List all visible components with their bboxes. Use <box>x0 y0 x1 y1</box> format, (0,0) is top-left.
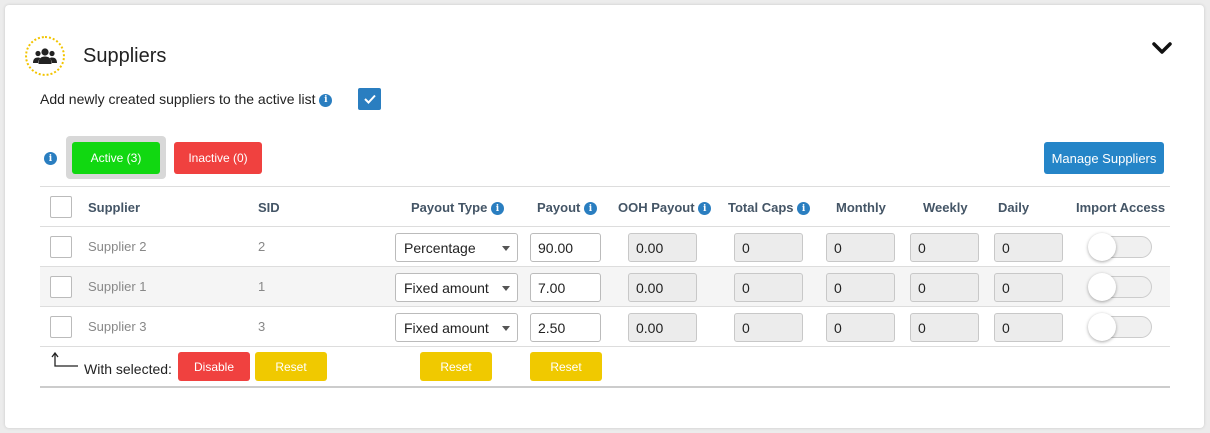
daily-input: 0 <box>994 233 1063 262</box>
payout-type-select[interactable]: Fixed amount <box>395 313 518 342</box>
payout-input[interactable]: 90.00 <box>530 233 601 262</box>
payout-input[interactable]: 2.50 <box>530 313 601 342</box>
supplier-sid: 1 <box>258 279 266 294</box>
toggle-knob <box>1088 313 1116 341</box>
monthly-input: 0 <box>826 273 895 302</box>
caret-down-icon <box>502 246 510 251</box>
col-ooh-payout: OOH Payout i <box>618 200 712 216</box>
tab-inactive[interactable]: Inactive (0) <box>174 142 262 174</box>
table-row: Supplier 1 1 Fixed amount 7.00 0.00 0 0 … <box>40 267 1170 307</box>
caret-down-icon <box>502 326 510 331</box>
tabs-info-icon[interactable]: i <box>44 152 57 165</box>
total-caps-input: 0 <box>734 273 803 302</box>
payout-type-select[interactable]: Fixed amount <box>395 273 518 302</box>
users-icon <box>25 36 65 76</box>
col-ooh-payout-label: OOH Payout <box>618 200 695 215</box>
check-icon <box>363 94 376 104</box>
payout-type-value: Fixed amount <box>404 280 489 296</box>
col-monthly: Monthly <box>836 200 886 215</box>
import-access-toggle[interactable] <box>1088 233 1152 261</box>
ooh-payout-input: 0.00 <box>628 233 697 262</box>
col-daily: Daily <box>998 200 1030 215</box>
total-caps-input: 0 <box>734 313 803 342</box>
weekly-input: 0 <box>910 273 979 302</box>
supplier-name: Supplier 2 <box>88 239 147 254</box>
daily-input: 0 <box>994 313 1063 342</box>
table-row: Supplier 3 3 Fixed amount 2.50 0.00 0 0 … <box>40 307 1170 347</box>
col-total-caps: Total Caps i <box>728 200 811 216</box>
info-icon[interactable]: i <box>583 202 597 216</box>
table-header: Supplier SID Payout Type i Payout i OOH … <box>40 186 1170 227</box>
monthly-input: 0 <box>826 313 895 342</box>
disable-button[interactable]: Disable <box>178 352 250 381</box>
supplier-name: Supplier 3 <box>88 319 147 334</box>
table-footer-divider <box>40 386 1170 388</box>
row-checkbox[interactable] <box>50 236 72 258</box>
row-checkbox[interactable] <box>50 316 72 338</box>
with-selected-label: With selected: <box>84 361 172 377</box>
payout-type-value: Percentage <box>404 240 476 256</box>
col-sid[interactable]: SID <box>258 200 280 215</box>
ooh-payout-input: 0.00 <box>628 313 697 342</box>
col-payout-type: Payout Type i <box>411 200 504 216</box>
col-total-caps-label: Total Caps <box>728 200 794 215</box>
select-all-checkbox[interactable] <box>50 196 72 218</box>
reset-button[interactable]: Reset <box>255 352 327 381</box>
tab-active[interactable]: Active (3) <box>72 142 160 174</box>
row-checkbox[interactable] <box>50 276 72 298</box>
table-row: Supplier 2 2 Percentage 90.00 0.00 0 0 0… <box>40 227 1170 267</box>
toggle-knob <box>1088 273 1116 301</box>
weekly-input: 0 <box>910 313 979 342</box>
supplier-name: Supplier 1 <box>88 279 147 294</box>
weekly-input: 0 <box>910 233 979 262</box>
info-icon[interactable]: i <box>698 202 712 216</box>
col-supplier[interactable]: Supplier <box>88 200 140 215</box>
reset-payout-type-button[interactable]: Reset <box>420 352 492 381</box>
active-list-option-label: Add newly created suppliers to the activ… <box>40 91 316 107</box>
col-payout-type-label: Payout Type <box>411 200 488 215</box>
active-list-checkbox[interactable] <box>358 88 381 110</box>
corner-arrow-icon <box>51 352 78 367</box>
payout-input[interactable]: 7.00 <box>530 273 601 302</box>
col-import-access: Import Access <box>1076 200 1166 215</box>
import-access-toggle[interactable] <box>1088 273 1152 301</box>
manage-suppliers-button[interactable]: Manage Suppliers <box>1044 142 1164 174</box>
toggle-knob <box>1088 233 1116 261</box>
col-payout: Payout i <box>537 200 597 216</box>
info-icon[interactable]: i <box>490 202 504 216</box>
info-icon[interactable]: i <box>319 93 333 107</box>
payout-type-value: Fixed amount <box>404 320 489 336</box>
daily-input: 0 <box>994 273 1063 302</box>
import-access-toggle[interactable] <box>1088 313 1152 341</box>
ooh-payout-input: 0.00 <box>628 273 697 302</box>
page-title: Suppliers <box>83 45 167 67</box>
info-icon[interactable]: i <box>797 202 811 216</box>
col-payout-label: Payout <box>537 200 581 215</box>
payout-type-select[interactable]: Percentage <box>395 233 518 262</box>
monthly-input: 0 <box>826 233 895 262</box>
reset-payout-button[interactable]: Reset <box>530 352 602 381</box>
supplier-sid: 3 <box>258 319 266 334</box>
caret-down-icon <box>502 286 510 291</box>
total-caps-input: 0 <box>734 233 803 262</box>
chevron-down-icon[interactable] <box>1150 38 1174 58</box>
col-weekly: Weekly <box>923 200 968 215</box>
active-list-option: Add newly created suppliers to the activ… <box>40 91 333 107</box>
supplier-sid: 2 <box>258 239 266 254</box>
